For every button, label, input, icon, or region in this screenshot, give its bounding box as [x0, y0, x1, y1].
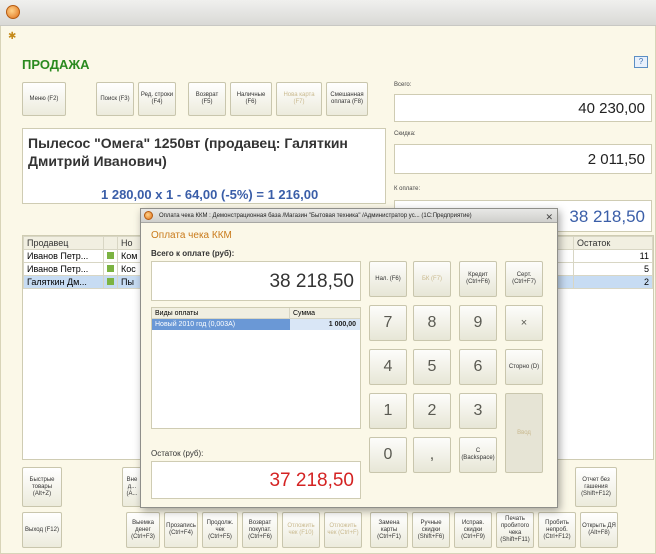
quick-goods-button[interactable]: Быстрые товары (Alt+Z) — [22, 467, 62, 507]
key-8[interactable]: 8 — [413, 305, 451, 341]
col-payment-sum: Сумма — [293, 310, 315, 317]
dialog-logo-icon — [144, 211, 153, 220]
payment-type-cell: Новый 2010 год (0,003A) — [155, 321, 236, 328]
dialog-total-label: Всего к оплате (руб): — [151, 249, 235, 258]
close-icon[interactable]: ✕ — [545, 210, 553, 222]
return-button[interactable]: Возврат (F5) — [188, 82, 226, 116]
col-rest: Остаток — [573, 236, 653, 250]
rest-cell: 2 — [573, 275, 653, 289]
key-9[interactable]: 9 — [459, 305, 497, 341]
total-field: 40 230,00 — [394, 94, 652, 122]
print-check-button[interactable]: Печать пробитого чека (Shift+F11) — [496, 512, 534, 548]
star-icon[interactable]: ✱ — [8, 31, 16, 42]
key-1[interactable]: 1 — [369, 393, 407, 429]
col-payment-type: Виды оплаты — [152, 308, 290, 318]
multiply-key[interactable]: × — [505, 305, 543, 341]
discount-value: 2 011,50 — [587, 151, 645, 168]
discount-label: Скидка: — [394, 131, 416, 137]
open-drawer-button[interactable]: Открыть ДЯ (Alt+F8) — [580, 512, 618, 548]
payment-row[interactable]: Новый 2010 год (0,003A) 1 000,00 — [152, 319, 360, 330]
deferred-check-button[interactable]: Отложить чек (F10) — [282, 512, 320, 548]
defer-button[interactable]: Отложить чек (Ctrl+F) — [324, 512, 362, 548]
rest-cell: 11 — [573, 249, 653, 263]
cash-button[interactable]: Наличные (F6) — [230, 82, 272, 116]
menu-button[interactable]: Меню (F2) — [22, 82, 66, 116]
storno-key[interactable]: Сторно (D) — [505, 349, 543, 385]
payment-sum-cell: 1 000,00 — [290, 319, 360, 330]
key-7[interactable]: 7 — [369, 305, 407, 341]
dialog-title-bar: Оплата чека ККМ : Демонстрационная база … — [141, 209, 557, 223]
to-pay-value: 38 218,50 — [569, 207, 645, 226]
new-card-button[interactable]: Нова карта (F7) — [276, 82, 322, 116]
manual-discount-button[interactable]: Ручные скидки (Shift+F6) — [412, 512, 450, 548]
title-bar — [0, 0, 656, 26]
search-button[interactable]: Поиск (F3) — [96, 82, 134, 116]
report-no-cancel-button[interactable]: Отчет без гашения (Shift+F12) — [575, 467, 617, 507]
return-buyer-button[interactable]: Возврат покупат. (Ctrl+F6) — [242, 512, 278, 548]
rest-value: 37 218,50 — [269, 470, 354, 491]
partial-button-left[interactable]: Вне д... (A... — [122, 467, 142, 507]
key-4[interactable]: 4 — [369, 349, 407, 385]
correct-discount-button[interactable]: Исправ. скидки (Ctrl+F9) — [454, 512, 492, 548]
continue-check-button[interactable]: Продолж. чек (Ctrl+F5) — [202, 512, 238, 548]
clear-key[interactable]: С (Backspace) — [459, 437, 497, 473]
key-5[interactable]: 5 — [413, 349, 451, 385]
rest-cell: 5 — [573, 262, 653, 276]
seller-cell: Иванов Петр... — [23, 262, 104, 276]
item-description-panel: Пылесос "Омега" 1250вт (продавец: Галятк… — [22, 128, 386, 204]
break-check-button[interactable]: Пробить непроб. (Ctrl+F12) — [538, 512, 576, 548]
goods-icon — [103, 262, 118, 276]
rest-field: 37 218,50 — [151, 461, 361, 499]
deposit-button[interactable]: Прозапись (Ctrl+F4) — [164, 512, 198, 548]
col-seller: Продавец — [23, 236, 104, 250]
rest-label: Остаток (руб): — [151, 449, 204, 458]
exit-button[interactable]: Выход (F12) — [22, 512, 62, 548]
item-calculation: 1 280,00 х 1 - 64,00 (-5%) = 1 216,00 — [101, 187, 319, 202]
dialog-title: Оплата чека ККМ : Демонстрационная база … — [159, 213, 472, 219]
key-0[interactable]: 0 — [369, 437, 407, 473]
certificate-key[interactable]: Серт. (Ctrl+F7) — [505, 261, 543, 297]
dialog-total-value: 38 218,50 — [269, 271, 354, 292]
key-3[interactable]: 3 — [459, 393, 497, 429]
help-icon[interactable]: ? — [634, 56, 648, 68]
comma-key[interactable]: , — [413, 437, 451, 473]
seller-cell: Галяткин Дм... — [23, 275, 104, 289]
dialog-total-field: 38 218,50 — [151, 261, 361, 301]
key-6[interactable]: 6 — [459, 349, 497, 385]
to-pay-label: К оплате: — [394, 186, 421, 192]
page-title: ПРОДАЖА — [22, 57, 90, 72]
dialog-heading: Оплата чека ККМ — [151, 230, 232, 241]
col-icon — [103, 236, 118, 250]
total-label: Всего: — [394, 82, 412, 88]
enter-key[interactable]: Ввод — [505, 393, 543, 473]
goods-icon — [103, 249, 118, 263]
item-title: Пылесос "Омега" 1250вт (продавец: Галятк… — [28, 135, 348, 169]
edit-line-button[interactable]: Ред. строки (F4) — [138, 82, 176, 116]
goods-icon — [103, 275, 118, 289]
key-2[interactable]: 2 — [413, 393, 451, 429]
payment-types-table[interactable]: Виды оплаты Сумма Новый 2010 год (0,003A… — [151, 307, 361, 429]
seller-cell: Иванов Петр... — [23, 249, 104, 263]
credit-key[interactable]: Кредит (Ctrl+F6) — [459, 261, 497, 297]
total-value: 40 230,00 — [578, 100, 645, 117]
orange-app-logo-icon — [6, 5, 20, 19]
bank-card-key[interactable]: БК (F7) — [413, 261, 451, 297]
mixed-payment-button[interactable]: Смешанная оплата (F8) — [326, 82, 368, 116]
replace-card-button[interactable]: Замена карты (Ctrl+F1) — [370, 512, 408, 548]
discount-field: 2 011,50 — [394, 144, 652, 174]
cash-out-button[interactable]: Выемка денег (Ctrl+F3) — [126, 512, 160, 548]
cash-key[interactable]: Нал. (F6) — [369, 261, 407, 297]
payment-dialog: Оплата чека ККМ : Демонстрационная база … — [140, 208, 558, 508]
